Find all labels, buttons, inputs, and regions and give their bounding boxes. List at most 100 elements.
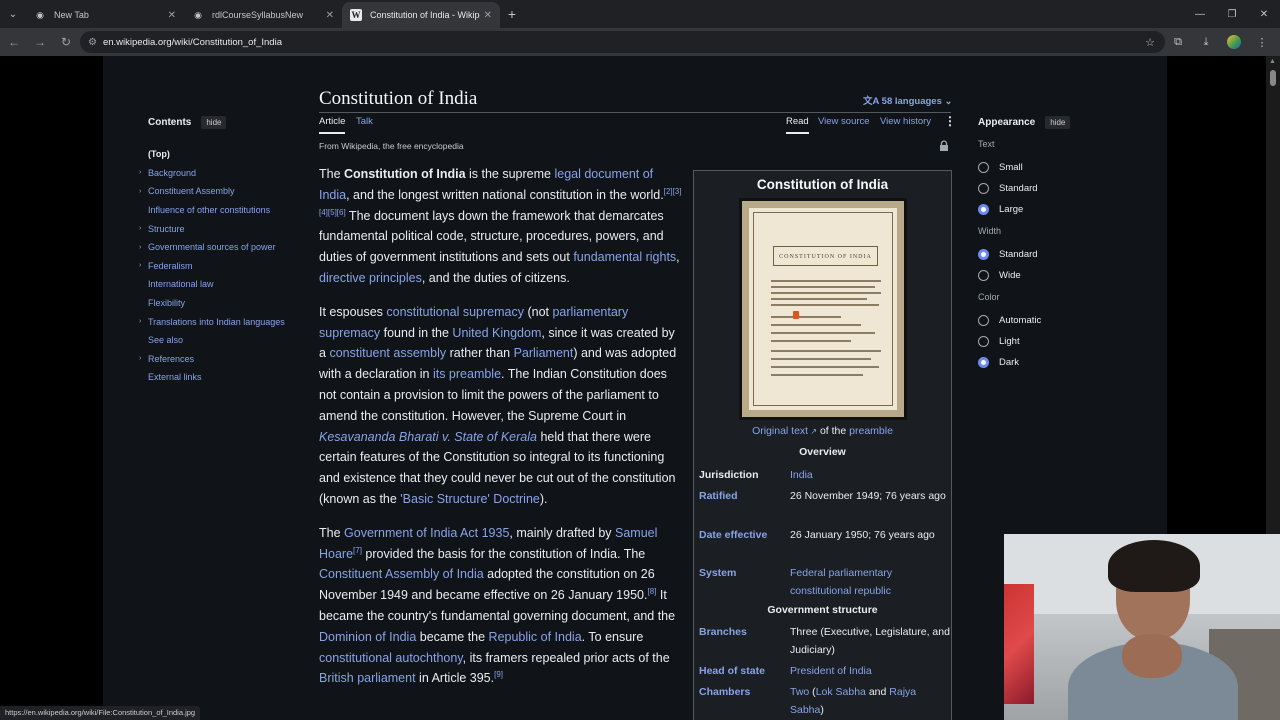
minimize-icon[interactable]: — — [1184, 0, 1216, 28]
link[interactable]: Ratified — [699, 488, 787, 506]
link[interactable]: directive principles — [319, 271, 422, 285]
link[interactable]: Dominion of India — [319, 630, 416, 644]
radio-button[interactable] — [978, 249, 989, 260]
languages-button[interactable]: 文A 58 languages ⌄ — [863, 93, 952, 107]
bookmark-star-icon[interactable]: ☆ — [1145, 36, 1155, 49]
link[interactable]: British parliament — [319, 671, 416, 685]
extensions-icon[interactable]: ⧉ — [1164, 30, 1192, 54]
link[interactable]: Head of state — [699, 663, 787, 681]
toc-item[interactable]: › Constituent Assembly — [139, 182, 308, 201]
chevron-right-icon[interactable]: › — [139, 262, 141, 269]
original-text-link[interactable]: Original text — [752, 425, 808, 437]
toc-item[interactable]: › Governmental sources of power — [139, 238, 308, 257]
download-icon[interactable]: ⤓ — [1192, 30, 1220, 54]
link[interactable]: Federal parliamentary constitutional rep… — [790, 565, 950, 600]
radio-option[interactable]: Automatic — [978, 310, 1123, 331]
radio-button[interactable] — [978, 162, 989, 173]
profile-avatar[interactable] — [1227, 35, 1241, 49]
link[interactable]: fundamental rights — [573, 250, 676, 264]
appearance-hide-button[interactable]: hide — [1045, 116, 1071, 129]
chevron-right-icon[interactable]: › — [139, 188, 141, 195]
radio-button[interactable] — [978, 336, 989, 347]
link[interactable]: Chambers — [699, 684, 787, 702]
chevron-right-icon[interactable]: › — [139, 225, 141, 232]
link[interactable]: Date effective — [699, 527, 787, 545]
link[interactable]: System — [699, 565, 787, 583]
radio-button[interactable] — [978, 357, 989, 368]
link[interactable]: Kesavananda Bharati v. State of Kerala — [319, 430, 537, 444]
link[interactable]: 'Basic Structure' Doctrine — [400, 492, 540, 506]
radio-button[interactable] — [978, 270, 989, 281]
tab-search-icon[interactable]: ⌄ — [0, 0, 26, 28]
toc-hide-button[interactable]: hide — [201, 116, 227, 129]
lock-icon[interactable] — [939, 140, 949, 151]
browser-tab[interactable]: ◉ rdlCourseSyllabusNew ✕ — [184, 2, 342, 28]
radio-option[interactable]: Wide — [978, 265, 1123, 286]
address-bar[interactable]: ⚙ en.wikipedia.org/wiki/Constitution_of_… — [80, 31, 1165, 53]
link[interactable]: Lok Sabha — [816, 686, 866, 698]
tab-article[interactable]: Article — [319, 116, 346, 134]
tab-talk[interactable]: Talk — [356, 116, 373, 127]
chevron-right-icon[interactable]: › — [139, 355, 141, 362]
citation[interactable]: [7] — [353, 545, 362, 554]
preamble-image[interactable]: CONSTITUTION OF INDIA — [739, 198, 907, 420]
toc-item[interactable]: Influence of other constitutions — [148, 201, 308, 220]
tab-read[interactable]: Read — [786, 116, 809, 134]
link[interactable]: Constituent Assembly of India — [319, 567, 484, 581]
toc-item[interactable]: (Top) — [148, 145, 308, 164]
back-icon[interactable]: ← — [2, 30, 26, 54]
link[interactable]: Government of India Act 1935 — [344, 526, 509, 540]
site-info-icon[interactable]: ⚙ — [88, 37, 97, 48]
link[interactable]: Parliament — [514, 346, 574, 360]
toc-item[interactable]: Flexibility — [148, 294, 308, 313]
link[interactable]: its preamble — [433, 367, 501, 381]
toc-item[interactable]: › Structure — [139, 219, 308, 238]
radio-option[interactable]: Light — [978, 331, 1123, 352]
scrollbar-thumb[interactable] — [1270, 70, 1276, 86]
link[interactable]: Republic of India — [489, 630, 582, 644]
radio-button[interactable] — [978, 183, 989, 194]
new-tab-button[interactable]: + — [500, 2, 524, 26]
radio-button[interactable] — [978, 204, 989, 215]
radio-option[interactable]: Standard — [978, 244, 1123, 265]
close-window-icon[interactable]: ✕ — [1248, 0, 1280, 28]
citation[interactable]: [9] — [494, 670, 503, 679]
close-icon[interactable]: ✕ — [484, 10, 492, 21]
scroll-up-icon[interactable]: ▲ — [1269, 58, 1276, 65]
browser-tab-active[interactable]: W Constitution of India - Wikipedi ✕ — [342, 2, 500, 28]
radio-option[interactable]: Large — [978, 199, 1123, 220]
toc-item[interactable]: International law — [148, 275, 308, 294]
toc-item[interactable]: › References — [139, 350, 308, 369]
toc-item[interactable]: › Federalism — [139, 257, 308, 276]
preamble-link[interactable]: preamble — [849, 425, 893, 437]
radio-button[interactable] — [978, 315, 989, 326]
toc-item[interactable]: See also — [148, 331, 308, 350]
link[interactable]: Branches — [699, 624, 787, 642]
chevron-right-icon[interactable]: › — [139, 244, 141, 251]
link[interactable]: President of India — [790, 663, 950, 681]
link[interactable]: Two — [790, 686, 809, 698]
chevron-right-icon[interactable]: › — [139, 169, 141, 176]
toc-item[interactable]: › Background — [139, 164, 308, 183]
close-icon[interactable]: ✕ — [168, 10, 176, 21]
radio-option[interactable]: Dark — [978, 352, 1123, 373]
radio-option[interactable]: Small — [978, 157, 1123, 178]
tab-view-history[interactable]: View history — [880, 116, 931, 127]
more-tools-icon[interactable]: ⋮ — [944, 114, 956, 128]
link[interactable]: India — [790, 467, 950, 485]
tab-view-source[interactable]: View source — [818, 116, 870, 127]
link[interactable]: United Kingdom — [452, 326, 541, 340]
chevron-right-icon[interactable]: › — [139, 318, 141, 325]
browser-tab[interactable]: ◉ New Tab ✕ — [26, 2, 184, 28]
radio-option[interactable]: Standard — [978, 178, 1123, 199]
link[interactable]: constitutional autochthony — [319, 651, 463, 665]
browser-menu-icon[interactable]: ⋮ — [1248, 30, 1276, 54]
link[interactable]: constitutional supremacy — [386, 305, 524, 319]
toc-item[interactable]: External links — [148, 368, 308, 387]
restore-icon[interactable]: ❐ — [1216, 0, 1248, 28]
toc-item[interactable]: › Translations into Indian languages — [139, 312, 308, 331]
reload-icon[interactable]: ↻ — [54, 30, 78, 54]
forward-icon[interactable]: → — [28, 30, 52, 54]
link[interactable]: constituent assembly — [329, 346, 446, 360]
close-icon[interactable]: ✕ — [326, 10, 334, 21]
